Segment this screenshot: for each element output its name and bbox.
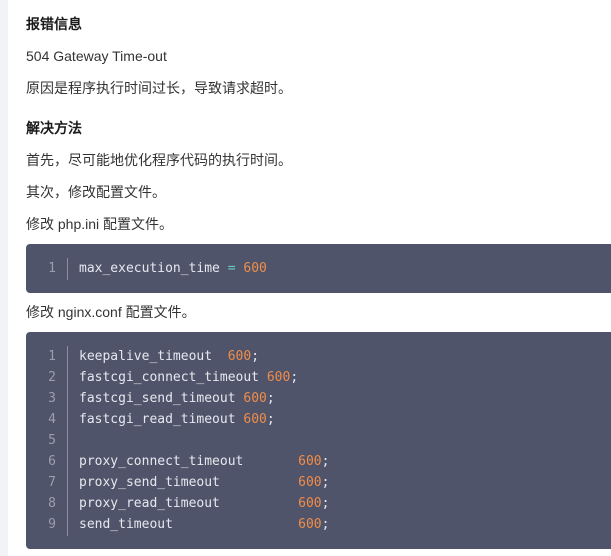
code-key: fastcgi_send_timeout [79, 391, 244, 406]
code-key: send_timeout [79, 517, 299, 532]
code-text: send_timeout 600; [79, 514, 329, 535]
code-semicolon: ; [321, 496, 330, 511]
code-value: 600 [227, 349, 252, 364]
line-number: 5 [48, 433, 56, 448]
line-number: 9 [48, 517, 56, 532]
code-key: keepalive_timeout [79, 349, 228, 364]
code-text: fastcgi_connect_timeout 600; [79, 367, 298, 388]
code-semicolon: ; [251, 349, 260, 364]
line-number: 6 [48, 454, 56, 469]
line-gutter [67, 346, 68, 536]
php-code-block: 1 max_execution_time = 600 [26, 244, 611, 293]
code-value: 600 [298, 496, 322, 511]
code-key: fastcgi_connect_timeout [79, 370, 267, 385]
error-info-heading: 报错信息 [26, 16, 82, 32]
code-semicolon: ; [290, 370, 299, 385]
left-margin-strip [0, 0, 8, 556]
line-number: 8 [48, 496, 56, 511]
error-reason-text: 原因是程序执行时间过长，导致请求超时。 [26, 80, 292, 96]
code-value: 600 [243, 412, 267, 427]
step2-text: 其次，修改配置文件。 [26, 184, 166, 200]
code-text: proxy_connect_timeout 600; [79, 451, 329, 472]
nginx-conf-label: 修改 nginx.conf 配置文件。 [26, 304, 196, 320]
code-value: 600 [298, 517, 322, 532]
line-number: 7 [48, 475, 56, 490]
code-value: 600 [243, 261, 267, 276]
error-code-text: 504 Gateway Time-out [26, 48, 167, 64]
line-number: 1 [48, 261, 56, 276]
code-key: proxy_connect_timeout [79, 454, 299, 469]
php-ini-label: 修改 php.ini 配置文件。 [26, 216, 174, 232]
code-semicolon: ; [266, 391, 275, 406]
code-value: 600 [243, 391, 267, 406]
line-number: 4 [48, 412, 56, 427]
code-semicolon: ; [321, 475, 330, 490]
code-text: keepalive_timeout 600; [79, 346, 259, 367]
line-number: 3 [48, 391, 56, 406]
code-text: fastcgi_read_timeout 600; [79, 409, 275, 430]
code-key: fastcgi_read_timeout [79, 412, 244, 427]
line-number: 2 [48, 370, 56, 385]
code-operator: = [219, 261, 244, 276]
line-number: 1 [48, 349, 56, 364]
code-text: proxy_read_timeout 600; [79, 493, 329, 514]
code-semicolon: ; [321, 454, 330, 469]
step1-text: 首先，尽可能地优化程序代码的执行时间。 [26, 152, 292, 168]
code-semicolon: ; [321, 517, 330, 532]
code-text: proxy_send_timeout 600; [79, 472, 329, 493]
code-key: proxy_send_timeout [79, 475, 299, 490]
code-value: 600 [298, 475, 322, 490]
nginx-code-block: 1 keepalive_timeout 600; 2 fastcgi_connect_… [26, 332, 611, 549]
code-key: proxy_read_timeout [79, 496, 299, 511]
code-semicolon: ; [266, 412, 275, 427]
code-text: max_execution_time = 600 [79, 258, 267, 279]
code-value: 600 [266, 370, 291, 385]
line-gutter [67, 258, 68, 280]
code-value: 600 [298, 454, 322, 469]
code-key: max_execution_time [79, 261, 220, 276]
code-text: fastcgi_send_timeout 600; [79, 388, 275, 409]
solution-heading: 解决方法 [26, 120, 82, 136]
